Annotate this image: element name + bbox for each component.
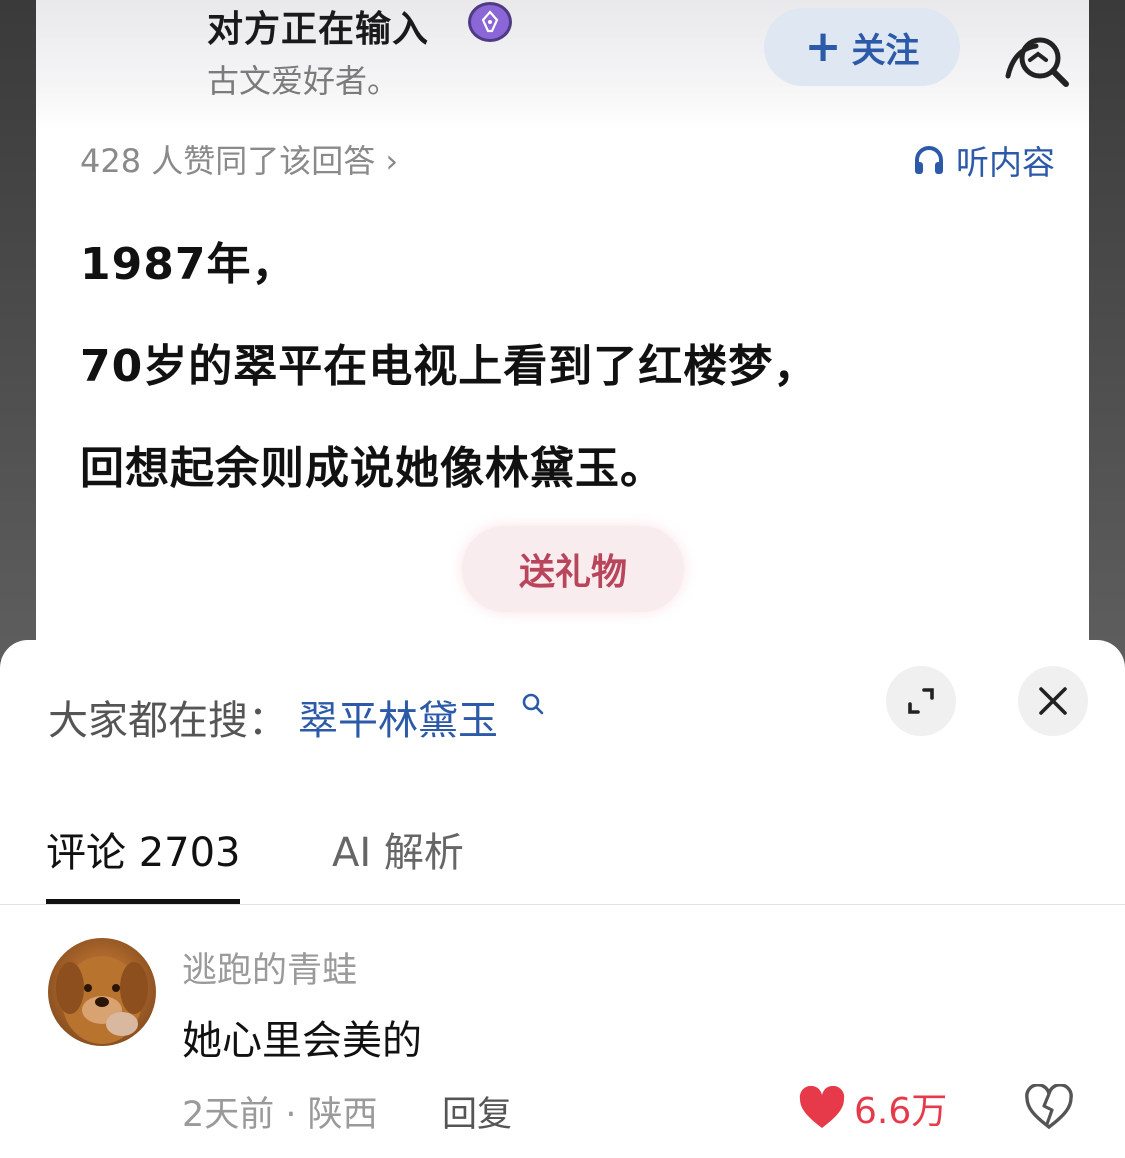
reply-button[interactable]: 回复 xyxy=(442,1086,512,1137)
listen-button[interactable]: 听内容 xyxy=(912,136,1055,184)
answer-card: 对方正在输入 古文爱好者。 + 关注 428 人赞同了该回答 › 听内容 198… xyxy=(36,0,1089,660)
close-icon xyxy=(1039,687,1067,715)
author-name[interactable]: 对方正在输入 xyxy=(207,0,429,52)
search-icon xyxy=(522,693,544,715)
avatar[interactable] xyxy=(48,938,156,1046)
answer-line: 70岁的翠平在电视上看到了红楼梦， xyxy=(80,341,819,392)
comment-username[interactable]: 逃跑的青蛙 xyxy=(182,942,357,993)
like-count: 6.6万 xyxy=(854,1091,948,1132)
tabs-divider xyxy=(0,904,1125,905)
tab-comments[interactable]: 评论 2703 xyxy=(46,820,241,878)
expand-icon xyxy=(908,688,934,714)
answer-line: 1987年， xyxy=(80,239,297,290)
answer-line: 回想起余则成说她像林黛玉。 xyxy=(80,443,665,494)
close-button[interactable] xyxy=(1018,666,1088,736)
plus-icon: + xyxy=(804,21,842,72)
broken-heart-icon[interactable] xyxy=(1024,1084,1074,1130)
comment-text: 她心里会美的 xyxy=(182,1018,422,1064)
comment-sheet: 大家都在搜： 翠平林黛玉 评论 2703 AI 解析 逃跑的青蛙 她心里会美的 … xyxy=(0,640,1125,1158)
likes-summary[interactable]: 428 人赞同了该回答 › xyxy=(80,136,398,182)
expand-button[interactable] xyxy=(886,666,956,736)
left-backdrop xyxy=(0,0,36,660)
right-backdrop xyxy=(1089,0,1125,660)
follow-button[interactable]: + 关注 xyxy=(764,8,960,86)
hot-search-label: 大家都在搜： xyxy=(48,698,288,744)
like-button[interactable]: 6.6万 xyxy=(798,1082,947,1134)
ai-search-icon[interactable] xyxy=(1002,24,1076,94)
headphones-icon xyxy=(915,146,943,174)
follow-label: 关注 xyxy=(851,30,920,71)
author-bio: 古文爱好者。 xyxy=(207,62,400,100)
pen-badge-icon xyxy=(468,2,512,42)
hot-search-term[interactable]: 翠平林黛玉 xyxy=(298,688,498,746)
heart-icon xyxy=(799,1086,845,1128)
send-gift-button[interactable]: 送礼物 xyxy=(462,526,684,612)
listen-label: 听内容 xyxy=(956,143,1055,182)
tab-ai-analysis[interactable]: AI 解析 xyxy=(332,820,464,878)
comment-meta: 2天前 · 陕西 xyxy=(182,1095,378,1135)
